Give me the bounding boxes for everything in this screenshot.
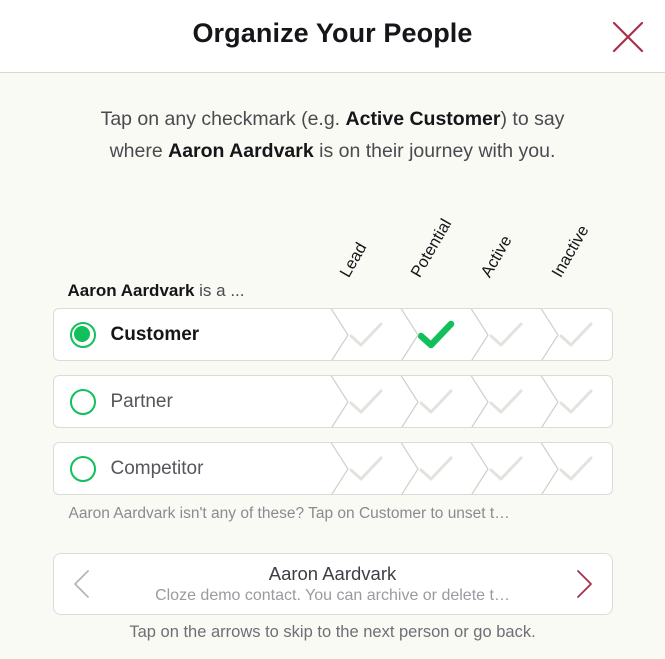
instruction-line2-before: where [109,140,169,162]
category-row-partner[interactable]: Partner [52,375,613,428]
stage-cell-customer-inactive[interactable] [541,309,611,360]
category-row-name[interactable]: Partner [54,376,331,427]
chevron-left-icon[interactable] [54,568,110,600]
stage-cell-competitor-inactive[interactable] [541,443,611,494]
matrix-hint: Aaron Aardvark isn't any of these? Tap o… [68,505,510,522]
instruction-text: Tap on any checkmark (e.g. Active Custom… [33,103,633,167]
radio-checked-icon[interactable] [69,321,96,348]
instruction-line1-before: Tap on any checkmark (e.g. [100,108,346,130]
navigation-hint: Tap on the arrows to skip to the next pe… [129,623,536,641]
stage-matrix: Lead Potential Active Inactive Aaron Aardva… [52,189,613,523]
category-row-customer[interactable]: Customer [52,308,613,361]
radio-unchecked-icon[interactable] [69,455,96,482]
category-row-name[interactable]: Customer [54,309,331,360]
stage-cell-customer-potential[interactable] [400,309,471,360]
chevron-right-icon[interactable] [556,568,612,600]
person-nav-card[interactable]: Aaron Aardvark Cloze demo contact. You c… [52,553,613,615]
category-label: Competitor [110,457,204,479]
instruction-line1-bold: Active Customer [345,108,501,130]
person-navigation: Aaron Aardvark Cloze demo contact. You c… [52,553,613,642]
column-header-inactive: Inactive [548,222,593,281]
stage-cell-partner-lead[interactable] [330,376,401,427]
stage-cell-competitor-potential[interactable] [400,443,471,494]
matrix-row-label-rest: is a ... [194,281,245,300]
category-label: Partner [110,390,173,412]
stage-cell-competitor-lead[interactable] [330,443,401,494]
instruction-line2-bold: Aaron Aardvark [168,140,314,162]
category-row-name[interactable]: Competitor [54,443,331,494]
person-nav-title: Aaron Aardvark [268,562,397,584]
stage-cell-partner-potential[interactable] [400,376,471,427]
instruction-line1-after: ) to say [500,108,565,130]
stage-cells [330,309,612,360]
instruction-line2-after: is on their journey with you. [313,140,556,162]
category-row-competitor[interactable]: Competitor [52,442,613,495]
stage-cell-partner-active[interactable] [470,376,541,427]
matrix-row-label: Aaron Aardvark is a ... [53,281,613,301]
column-header-potential: Potential [407,215,455,281]
stage-cells [330,443,612,494]
stage-cell-customer-active[interactable] [470,309,541,360]
category-label: Customer [110,323,200,345]
stage-cell-customer-lead[interactable] [330,309,401,360]
page-title: Organize Your People [192,18,473,48]
radio-unchecked-icon[interactable] [69,388,96,415]
person-nav-subtitle: Cloze demo contact. You can archive or d… [155,586,510,604]
stage-cells [330,376,612,427]
column-header-lead: Lead [336,239,371,281]
instruction-line-1: Tap on any checkmark (e.g. Active Custom… [33,103,633,135]
matrix-row-label-name: Aaron Aardvark [67,281,195,300]
category-rows: Aaron Aardvark is a ... Customer Partner C… [52,281,613,495]
person-nav-text: Aaron Aardvark Cloze demo contact. You c… [110,562,556,607]
dialog-header: Organize Your People [0,0,665,73]
stage-cell-partner-inactive[interactable] [541,376,611,427]
instruction-line-2: where Aaron Aardvark is on their journey… [33,135,633,167]
column-header-active: Active [477,232,516,281]
close-icon[interactable] [609,18,647,56]
stage-cell-competitor-active[interactable] [470,443,541,494]
column-headers: Lead Potential Active Inactive [53,189,613,281]
